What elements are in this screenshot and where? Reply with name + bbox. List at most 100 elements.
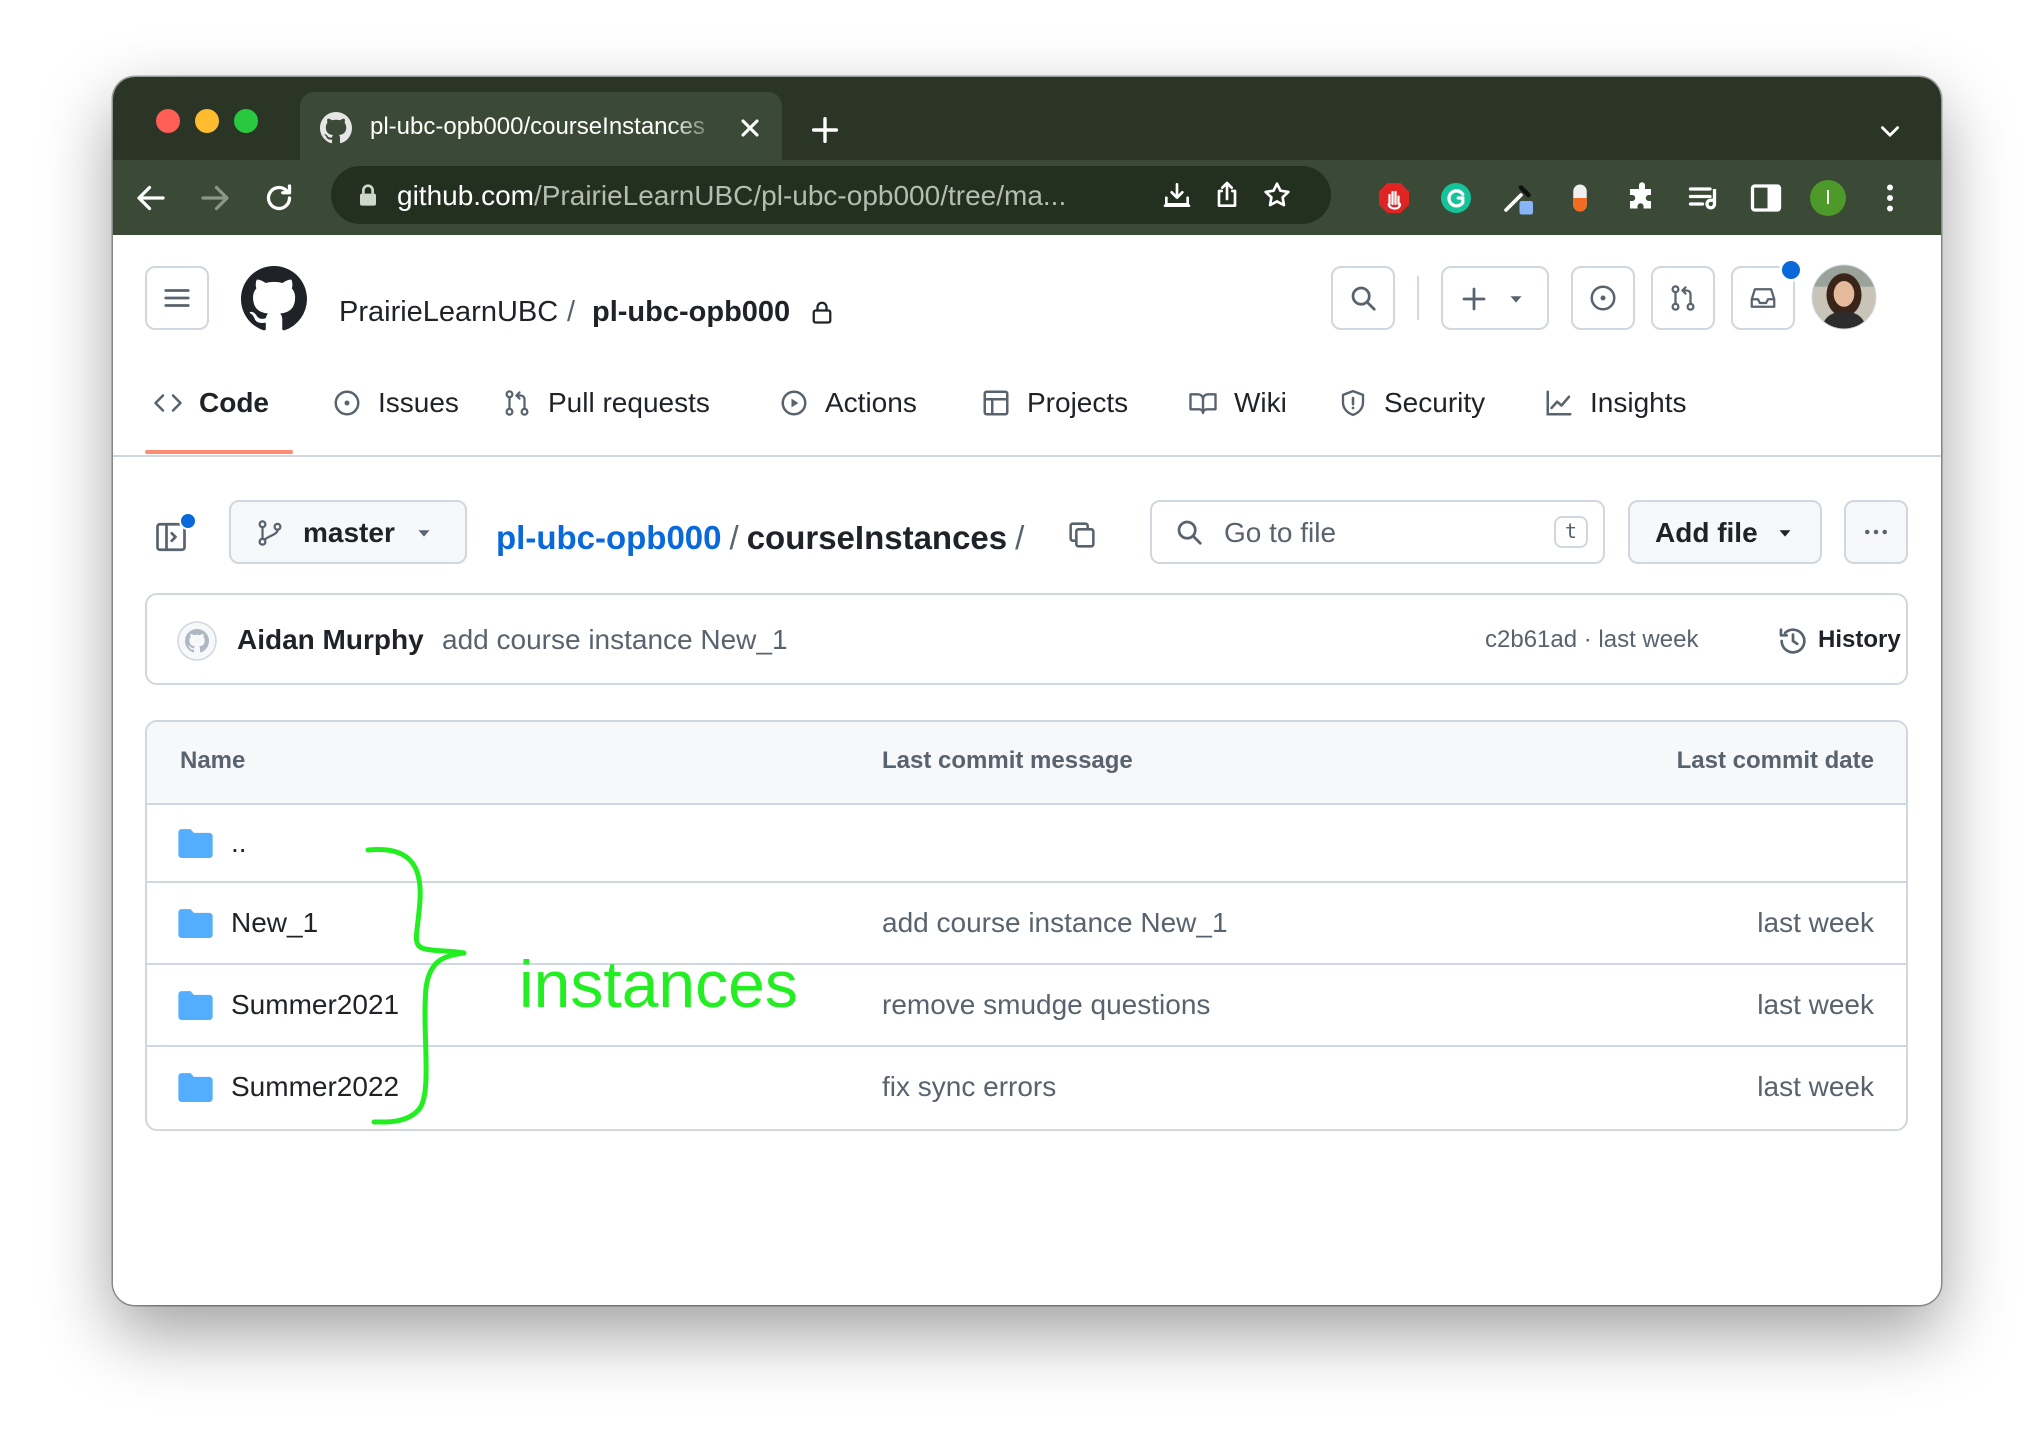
github-logo-icon[interactable] — [241, 266, 307, 332]
tab-issues[interactable]: Issues — [332, 383, 459, 423]
graph-icon — [1546, 390, 1572, 416]
breadcrumb-repo-link[interactable]: pl-ubc-opb000 — [496, 519, 722, 556]
bookmark-star-icon[interactable] — [1261, 179, 1293, 211]
folder-icon — [178, 829, 213, 858]
git-pull-request-icon — [1671, 285, 1695, 311]
breadcrumb-separator: / — [729, 519, 739, 556]
zoom-window-button[interactable] — [234, 109, 258, 133]
header-divider — [1417, 276, 1419, 320]
toggle-file-tree-button[interactable] — [153, 512, 197, 559]
minimize-window-button[interactable] — [195, 109, 219, 133]
lock-icon — [360, 184, 376, 206]
back-arrow-icon[interactable] — [133, 180, 169, 216]
your-pull-requests-button[interactable] — [1651, 266, 1715, 330]
file-path-breadcrumb: pl-ubc-opb000/courseInstances / — [496, 519, 1032, 557]
code-icon — [154, 394, 182, 412]
global-menu-button[interactable] — [145, 266, 209, 330]
color-picker-extension-icon[interactable] — [1500, 180, 1536, 216]
notification-dot — [1779, 258, 1803, 282]
history-label: History — [1818, 626, 1901, 653]
profile-initial: I — [1825, 187, 1831, 209]
hamburger-icon — [164, 289, 190, 307]
tab-search-chevron-icon[interactable] — [1877, 119, 1903, 145]
issues-icon — [334, 390, 360, 416]
tab-projects-label: Projects — [1027, 387, 1129, 418]
url-path: /PrairieLearnUBC/pl-ubc-opb000/tree/ma..… — [533, 180, 1067, 211]
tab-pull-requests[interactable]: Pull requests — [502, 383, 710, 423]
repo-owner-link[interactable]: PrairieLearnUBC — [339, 296, 558, 329]
tab-strip: pl-ubc-opb000/courseInstances — [113, 77, 1941, 160]
table-icon — [983, 390, 1009, 416]
profile-avatar[interactable]: I — [1810, 180, 1846, 216]
tab-code[interactable]: Code — [153, 383, 269, 423]
kebab-horizontal-icon — [1865, 529, 1887, 535]
caret-down-icon — [1779, 530, 1791, 537]
close-window-button[interactable] — [156, 109, 180, 133]
close-tab-icon[interactable] — [736, 114, 764, 142]
commit-message[interactable]: add course instance New_1 — [442, 624, 788, 656]
browser-tab-active[interactable]: pl-ubc-opb000/courseInstances — [300, 92, 782, 160]
tab-projects[interactable]: Projects — [981, 383, 1128, 423]
private-lock-icon — [812, 301, 832, 324]
tab-actions[interactable]: Actions — [779, 383, 917, 423]
commit-sha-date[interactable]: c2b61ad · last week — [1485, 626, 1698, 654]
add-file-label: Add file — [1655, 517, 1758, 548]
search-icon — [1351, 286, 1376, 311]
share-icon[interactable] — [1211, 179, 1243, 211]
parent-directory-label: .. — [231, 827, 247, 858]
row-commit-message[interactable]: remove smudge questions — [882, 989, 1210, 1021]
breadcrumb-current-folder: courseInstances — [746, 519, 1008, 556]
your-issues-button[interactable] — [1571, 266, 1635, 330]
forward-arrow-icon[interactable] — [197, 180, 233, 216]
capsule-extension-icon[interactable] — [1562, 180, 1598, 216]
annotation-label: instances — [519, 947, 798, 1021]
row-commit-message[interactable]: fix sync errors — [882, 1071, 1056, 1103]
media-queue-icon[interactable] — [1686, 180, 1722, 216]
more-options-button[interactable] — [1844, 500, 1908, 564]
user-avatar[interactable] — [1811, 264, 1877, 330]
tab-security-label: Security — [1384, 387, 1486, 418]
search-icon — [1177, 520, 1202, 545]
url-host: github.com — [397, 180, 534, 211]
tab-insights[interactable]: Insights — [1544, 383, 1687, 423]
browser-menu-kebab-icon[interactable] — [1872, 180, 1908, 216]
extensions-puzzle-icon[interactable] — [1624, 180, 1660, 216]
notifications-inbox-button[interactable] — [1731, 258, 1803, 330]
active-tab-underline — [145, 450, 293, 454]
address-bar[interactable]: github.com/PrairieLearnUBC/pl-ubc-opb000… — [331, 166, 1331, 224]
plus-icon — [1462, 287, 1486, 311]
branch-selector[interactable]: master — [229, 500, 467, 564]
go-to-file-input[interactable]: Go to file t — [1150, 500, 1605, 564]
tab-security[interactable]: Security — [1338, 383, 1485, 423]
row-commit-message[interactable]: add course instance New_1 — [882, 907, 1228, 939]
repo-name-link[interactable]: pl-ubc-opb000 — [592, 296, 790, 329]
add-file-button[interactable]: Add file — [1628, 500, 1822, 564]
tab-insights-label: Insights — [1590, 387, 1687, 418]
install-app-icon[interactable] — [1161, 179, 1193, 211]
row-commit-date: last week — [1757, 1071, 1874, 1102]
new-tab-icon[interactable] — [808, 113, 842, 147]
tab-title: pl-ubc-opb000/courseInstances — [370, 113, 705, 140]
commit-author[interactable]: Aidan Murphy — [237, 624, 424, 656]
shield-icon — [1341, 389, 1365, 417]
reload-icon[interactable] — [261, 180, 297, 216]
pull-request-icon — [505, 390, 529, 416]
global-search-button[interactable] — [1331, 266, 1395, 330]
side-panel-icon[interactable] — [1748, 180, 1784, 216]
col-header-message: Last commit message — [882, 747, 1133, 774]
table-header: Name Last commit message Last commit dat… — [147, 722, 1906, 805]
history-clock-icon — [1779, 628, 1806, 654]
grammarly-icon[interactable] — [1438, 180, 1474, 216]
tab-wiki[interactable]: Wiki — [1188, 383, 1287, 423]
breadcrumb-trailing-separator: / — [1015, 519, 1025, 556]
folder-icon — [178, 991, 213, 1020]
file-tree-badge-dot — [179, 512, 197, 530]
block-extension-icon[interactable] — [1376, 180, 1412, 216]
create-new-button[interactable] — [1441, 266, 1549, 330]
folder-icon — [178, 909, 213, 938]
committer-avatar[interactable] — [177, 621, 217, 661]
copy-path-icon[interactable] — [1065, 518, 1099, 552]
caret-down-icon — [418, 530, 430, 537]
tab-actions-label: Actions — [825, 387, 917, 418]
folder-name-link[interactable]: New_1 — [231, 907, 318, 939]
